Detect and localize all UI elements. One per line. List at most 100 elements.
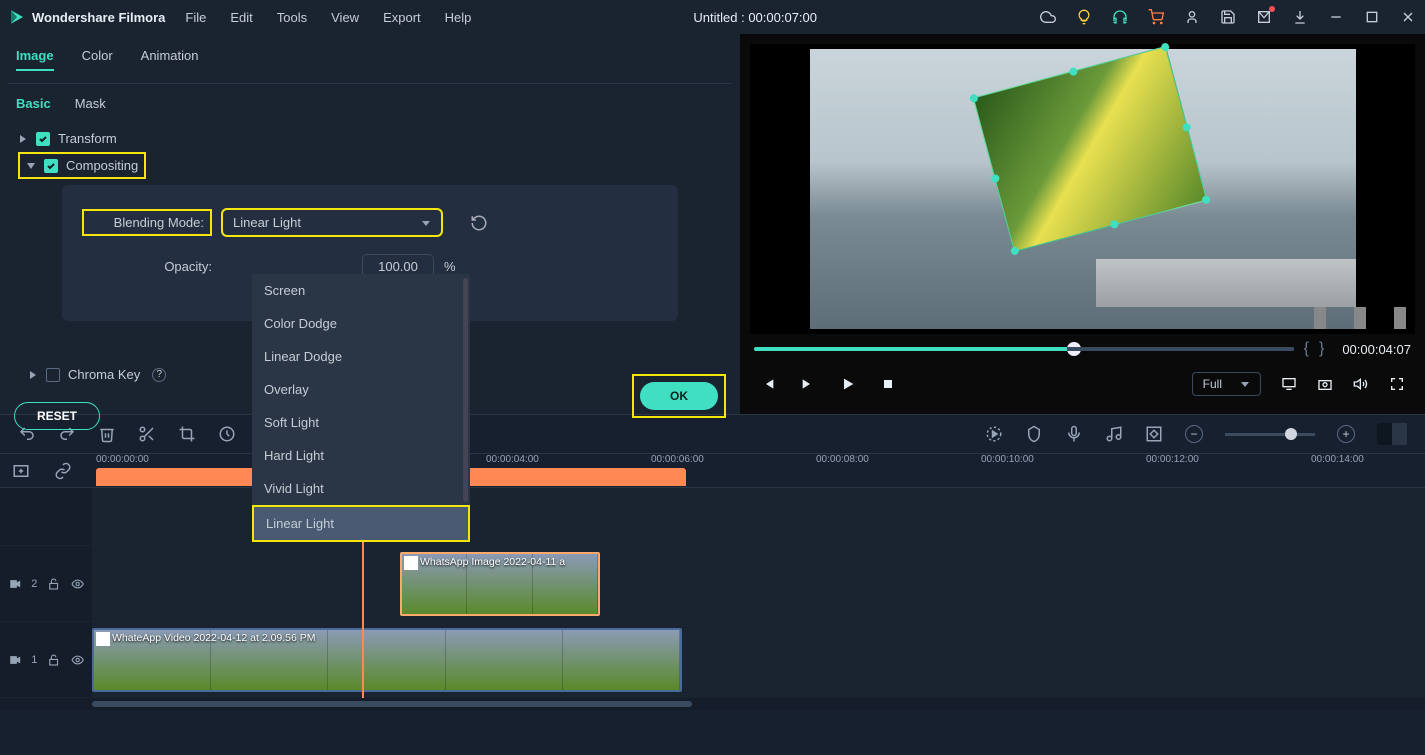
close-icon[interactable]: [1399, 8, 1417, 26]
menu-export[interactable]: Export: [383, 10, 421, 25]
menu-tools[interactable]: Tools: [277, 10, 307, 25]
compositing-checkbox[interactable]: [44, 159, 58, 173]
blend-option-color-dodge[interactable]: Color Dodge: [252, 307, 470, 340]
subtab-mask[interactable]: Mask: [75, 96, 106, 111]
keyframe-icon[interactable]: [1145, 425, 1163, 443]
tab-animation[interactable]: Animation: [141, 48, 199, 71]
clip-main-video[interactable]: WhateApp Video 2022-04-12 at 2.09.56 PM: [92, 628, 682, 692]
audio-mixer-icon[interactable]: [1105, 425, 1123, 443]
timeline-scrollbar[interactable]: [0, 698, 1425, 710]
track-video-icon: [8, 577, 21, 591]
menu-view[interactable]: View: [331, 10, 359, 25]
compositing-section-header[interactable]: Compositing: [18, 152, 146, 179]
subtab-basic[interactable]: Basic: [16, 96, 51, 111]
blend-option-hard-light[interactable]: Hard Light: [252, 439, 470, 472]
volume-icon[interactable]: [1353, 376, 1369, 392]
property-tabs: Image Color Animation: [8, 44, 732, 84]
clip-image-label: WhatsApp Image 2022-04-11 a: [420, 556, 565, 568]
ok-button[interactable]: OK: [640, 382, 718, 410]
opacity-label: Opacity:: [82, 259, 212, 274]
account-icon[interactable]: [1183, 8, 1201, 26]
help-icon[interactable]: ?: [152, 368, 166, 382]
app-logo: Wondershare Filmora: [8, 8, 185, 26]
minimize-icon[interactable]: [1327, 8, 1345, 26]
preview-panel: { } 00:00:04:07 Full: [740, 34, 1425, 414]
track-lock-icon[interactable]: [47, 577, 60, 591]
opacity-unit: %: [444, 259, 456, 274]
cloud-icon[interactable]: [1039, 8, 1057, 26]
render-icon[interactable]: [985, 425, 1003, 443]
menu-help[interactable]: Help: [445, 10, 472, 25]
blend-option-vivid-light[interactable]: Vivid Light: [252, 472, 470, 505]
next-frame-icon[interactable]: [800, 376, 816, 392]
play-icon[interactable]: [840, 376, 856, 392]
ruler-tick-5: 00:00:12:00: [1146, 454, 1199, 465]
mark-out-icon[interactable]: }: [1319, 340, 1324, 358]
timeline-view-toggle[interactable]: [1377, 423, 1407, 445]
menu-file[interactable]: File: [185, 10, 206, 25]
support-icon[interactable]: [1111, 8, 1129, 26]
blend-option-overlay[interactable]: Overlay: [252, 373, 470, 406]
timeline-tracks: 2 WhatsApp Image 2022-04-11 a 1: [0, 488, 1425, 698]
fullscreen-icon[interactable]: [1389, 376, 1405, 392]
reset-button[interactable]: RESET: [14, 402, 100, 430]
snapshot-icon[interactable]: [1317, 376, 1333, 392]
cart-icon[interactable]: [1147, 8, 1165, 26]
add-track-icon[interactable]: [12, 462, 30, 480]
blend-option-screen[interactable]: Screen: [252, 274, 470, 307]
ruler-tick-0: 00:00:00:00: [96, 454, 149, 465]
mark-in-icon[interactable]: {: [1304, 340, 1309, 358]
track-spacer: [0, 488, 1425, 546]
tips-icon[interactable]: [1075, 8, 1093, 26]
properties-panel: Image Color Animation Basic Mask Transfo…: [0, 34, 740, 414]
ok-button-highlight: OK: [632, 374, 726, 418]
track-visible-icon[interactable]: [71, 653, 84, 667]
track-lock-icon[interactable]: [47, 653, 60, 667]
playback-controls: Full: [750, 364, 1415, 404]
menu-edit[interactable]: Edit: [230, 10, 252, 25]
ruler-tick-3: 00:00:08:00: [816, 454, 869, 465]
preview-overlay-clip[interactable]: [972, 46, 1207, 252]
track-visible-icon[interactable]: [71, 577, 84, 591]
download-icon[interactable]: [1291, 8, 1309, 26]
blending-mode-select[interactable]: Linear Light: [222, 209, 442, 236]
link-icon[interactable]: [54, 462, 72, 480]
chroma-key-label: Chroma Key: [68, 367, 140, 382]
blending-mode-label: Blending Mode:: [82, 209, 212, 236]
project-title: Untitled : 00:00:07:00: [471, 10, 1039, 25]
timeline: 00:00:00:00 00:00:04:00 00:00:06:00 00:0…: [0, 454, 1425, 754]
app-name: Wondershare Filmora: [32, 10, 165, 25]
titlebar: Wondershare Filmora File Edit Tools View…: [0, 0, 1425, 34]
voiceover-icon[interactable]: [1065, 425, 1083, 443]
dropdown-scrollbar[interactable]: [463, 278, 468, 502]
blending-mode-dropdown: Screen Color Dodge Linear Dodge Overlay …: [252, 274, 470, 542]
clip-image-overlay[interactable]: WhatsApp Image 2022-04-11 a: [400, 552, 600, 616]
maximize-icon[interactable]: [1363, 8, 1381, 26]
chroma-key-checkbox[interactable]: [46, 368, 60, 382]
titlebar-actions: [1039, 8, 1417, 26]
save-icon[interactable]: [1219, 8, 1237, 26]
zoom-slider[interactable]: [1225, 433, 1315, 436]
transform-section-header[interactable]: Transform: [18, 125, 722, 152]
prev-frame-icon[interactable]: [760, 376, 776, 392]
tab-color[interactable]: Color: [82, 48, 113, 71]
progress-slider[interactable]: [754, 347, 1294, 351]
message-icon[interactable]: [1255, 8, 1273, 26]
zoom-in-icon[interactable]: +: [1337, 425, 1355, 443]
blend-option-linear-light[interactable]: Linear Light: [252, 505, 470, 542]
zoom-out-icon[interactable]: −: [1185, 425, 1203, 443]
marker-icon[interactable]: [1025, 425, 1043, 443]
tab-image[interactable]: Image: [16, 48, 54, 71]
preview-quality-select[interactable]: Full: [1192, 372, 1261, 396]
blend-option-linear-dodge[interactable]: Linear Dodge: [252, 340, 470, 373]
main-menu-bar: File Edit Tools View Export Help: [185, 10, 471, 25]
ruler-tick-4: 00:00:10:00: [981, 454, 1034, 465]
preview-canvas[interactable]: [750, 44, 1415, 334]
reset-blending-icon[interactable]: [470, 214, 488, 232]
transform-checkbox[interactable]: [36, 132, 50, 146]
stop-icon[interactable]: [880, 376, 896, 392]
track-2-header: 2: [0, 546, 92, 621]
preview-timecode: 00:00:04:07: [1342, 342, 1411, 357]
blend-option-soft-light[interactable]: Soft Light: [252, 406, 470, 439]
display-icon[interactable]: [1281, 376, 1297, 392]
